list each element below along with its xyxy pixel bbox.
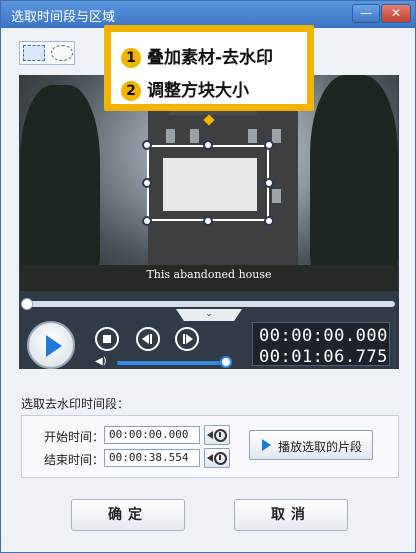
play-icon	[46, 335, 62, 357]
set-end-time-button[interactable]	[204, 448, 230, 468]
set-start-time-button[interactable]	[204, 425, 230, 445]
minimize-button[interactable]: —	[352, 4, 380, 23]
start-time-input[interactable]: 00:00:00.000	[104, 426, 200, 444]
close-button[interactable]: ✕	[381, 4, 411, 23]
next-frame-button[interactable]	[175, 327, 199, 351]
volume-icon[interactable]: ◀)	[95, 357, 107, 367]
total-time: 00:01:06.775	[259, 347, 388, 367]
stop-icon	[103, 335, 111, 343]
window-title: 选取时间段与区域	[11, 10, 116, 25]
resize-handle-w[interactable]	[142, 178, 152, 188]
resize-handle-se[interactable]	[264, 216, 274, 226]
end-time-input[interactable]: 00:00:38.554	[104, 449, 200, 467]
current-time: 00:00:00.000	[259, 326, 388, 346]
video-subtitle: This abandoned house	[146, 268, 272, 281]
seek-knob[interactable]	[21, 298, 33, 310]
selection-shape-toolbar	[19, 41, 75, 65]
time-display: 00:00:00.000 00:01:06.775	[252, 322, 390, 367]
resize-handle-e[interactable]	[264, 178, 274, 188]
prev-frame-icon	[142, 334, 149, 344]
time-range-panel: 开始时间： 00:00:00.000 结束时间： 00:00:38.554 播放…	[21, 415, 399, 478]
play-selection-button[interactable]: 播放选取的片段	[249, 430, 373, 460]
collapse-toggle[interactable]: ⌄	[176, 309, 242, 321]
seek-bar[interactable]	[23, 301, 395, 307]
end-time-label: 结束时间：	[44, 453, 105, 467]
stop-button[interactable]	[95, 327, 119, 351]
tip-1-text: 叠加素材-去水印	[147, 48, 274, 68]
play-icon	[262, 439, 271, 451]
rect-select-icon[interactable]	[23, 45, 45, 61]
set-time-icon	[214, 452, 227, 465]
resize-handle-s[interactable]	[203, 216, 213, 226]
prev-frame-button[interactable]	[136, 327, 160, 351]
play-selection-label: 播放选取的片段	[278, 440, 363, 454]
video-player: This abandoned house ⌄ ◀) 00:00:00.000 0…	[19, 75, 399, 369]
resize-handle-n[interactable]	[203, 140, 213, 150]
set-time-icon	[214, 429, 227, 442]
start-time-label: 开始时间：	[44, 430, 105, 444]
tip-2: 2 调整方块大小	[121, 76, 249, 101]
tip-2-number: 2	[121, 81, 141, 101]
cancel-button[interactable]: 取消	[234, 499, 348, 531]
ok-button[interactable]: 确定	[71, 499, 185, 531]
play-button[interactable]	[27, 321, 75, 369]
tip-2-text: 调整方块大小	[147, 81, 249, 101]
dialog-window: 选取时间段与区域 — ✕ This abandoned house ⌄ ◀) 0…	[0, 0, 416, 553]
resize-handle-sw[interactable]	[142, 216, 152, 226]
tip-1: 1 叠加素材-去水印	[121, 43, 274, 68]
volume-knob[interactable]	[219, 356, 232, 368]
tip-1-number: 1	[121, 48, 141, 68]
resize-handle-ne[interactable]	[264, 140, 274, 150]
watermark-selection-box[interactable]	[147, 145, 269, 221]
resize-handle-nw[interactable]	[142, 140, 152, 150]
volume-slider[interactable]	[117, 361, 227, 365]
player-controls: ◀) 00:00:00.000 00:01:06.775	[19, 321, 399, 369]
time-range-section-title: 选取去水印时间段：	[21, 397, 130, 411]
tree-right	[310, 75, 398, 275]
tree-left	[20, 85, 100, 275]
ellipse-select-icon[interactable]	[51, 45, 73, 61]
seek-bar-area	[19, 291, 399, 311]
title-bar: 选取时间段与区域 — ✕	[1, 1, 415, 28]
instruction-callout: 1 叠加素材-去水印 2 调整方块大小	[104, 25, 314, 111]
next-frame-icon	[186, 334, 193, 344]
